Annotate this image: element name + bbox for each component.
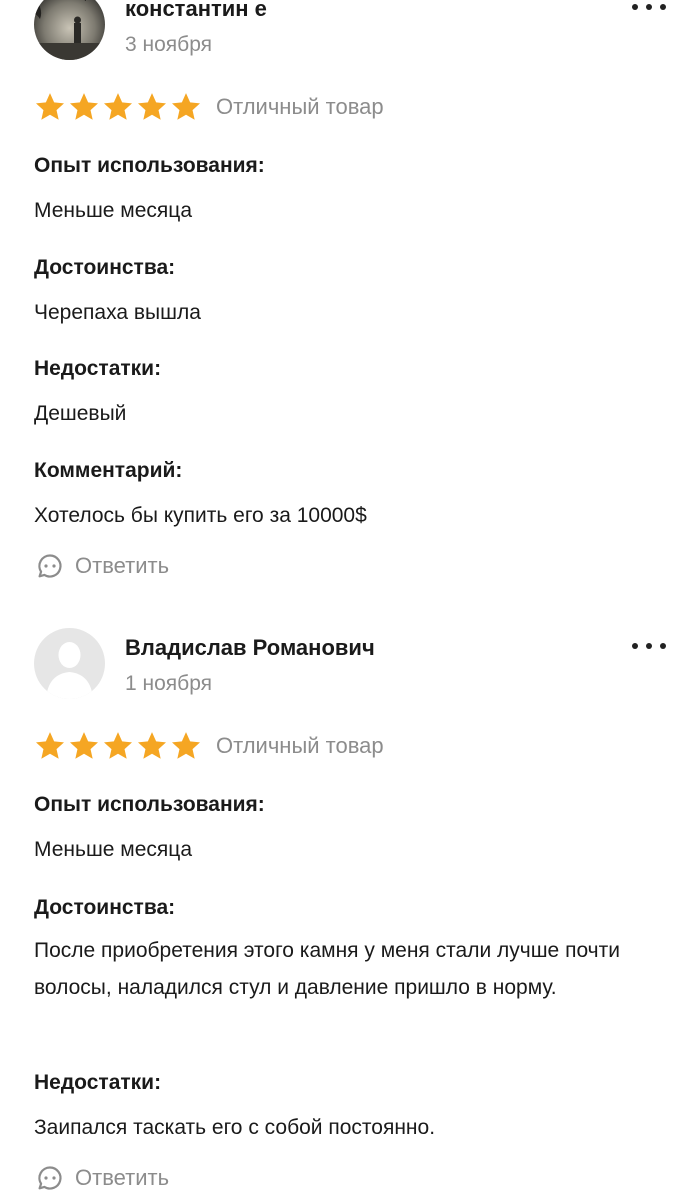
section-title-cons: Недостатки:	[34, 1071, 162, 1094]
comment-bubble-icon	[38, 1166, 62, 1190]
author-name[interactable]: константин е	[125, 0, 267, 22]
star-icon	[36, 93, 64, 120]
more-options-button[interactable]	[632, 641, 666, 651]
section-text-cons: Дешевый	[34, 402, 127, 425]
rating-text: Отличный товар	[216, 733, 384, 758]
review-date: 3 ноября	[125, 33, 213, 56]
section-title-experience: Опыт использования:	[34, 793, 265, 816]
section-title-experience: Опыт использования:	[34, 154, 265, 177]
rating: Отличный товар	[34, 730, 384, 762]
rating-stars	[34, 730, 202, 762]
section-text-experience: Меньше месяца	[34, 838, 193, 861]
star-icon	[138, 93, 166, 120]
star-icon	[104, 93, 132, 120]
section-title-comment: Комментарий:	[34, 459, 183, 482]
photo-avatar-icon	[34, 0, 105, 60]
star-icon	[172, 732, 200, 759]
star-icon	[104, 732, 132, 759]
section-text-cons: Заипался таскать его с собой постоянно.	[34, 1116, 436, 1139]
reply-button[interactable]: Ответить	[36, 1164, 169, 1192]
comment-bubble-icon	[38, 554, 62, 578]
author-avatar[interactable]	[34, 0, 105, 60]
rating: Отличный товар	[34, 91, 384, 123]
author-name[interactable]: Владислав Романович	[125, 635, 375, 661]
rating-text: Отличный товар	[216, 94, 384, 119]
rating-stars	[34, 91, 202, 123]
star-icon	[138, 732, 166, 759]
reply-button[interactable]: Ответить	[36, 552, 169, 580]
section-text-experience: Меньше месяца	[34, 199, 193, 222]
section-title-cons: Недостатки:	[34, 357, 162, 380]
reply-label: Ответить	[75, 1165, 170, 1190]
section-text-pros: После приобретения этого камня у меня ст…	[34, 939, 620, 999]
reply-label: Ответить	[75, 553, 170, 578]
author-avatar[interactable]	[34, 628, 105, 699]
star-icon	[70, 93, 98, 120]
section-text-pros: Черепаха вышла	[34, 301, 201, 324]
more-options-button[interactable]	[632, 2, 666, 12]
section-text-comment: Хотелось бы купить его за 10000$	[34, 504, 367, 527]
star-icon	[36, 732, 64, 759]
section-title-pros: Достоинства:	[34, 256, 176, 279]
review-date: 1 ноября	[125, 672, 213, 695]
star-icon	[172, 93, 200, 120]
default-user-avatar-icon	[34, 628, 105, 699]
star-icon	[70, 732, 98, 759]
section-title-pros: Достоинства:	[34, 896, 176, 919]
